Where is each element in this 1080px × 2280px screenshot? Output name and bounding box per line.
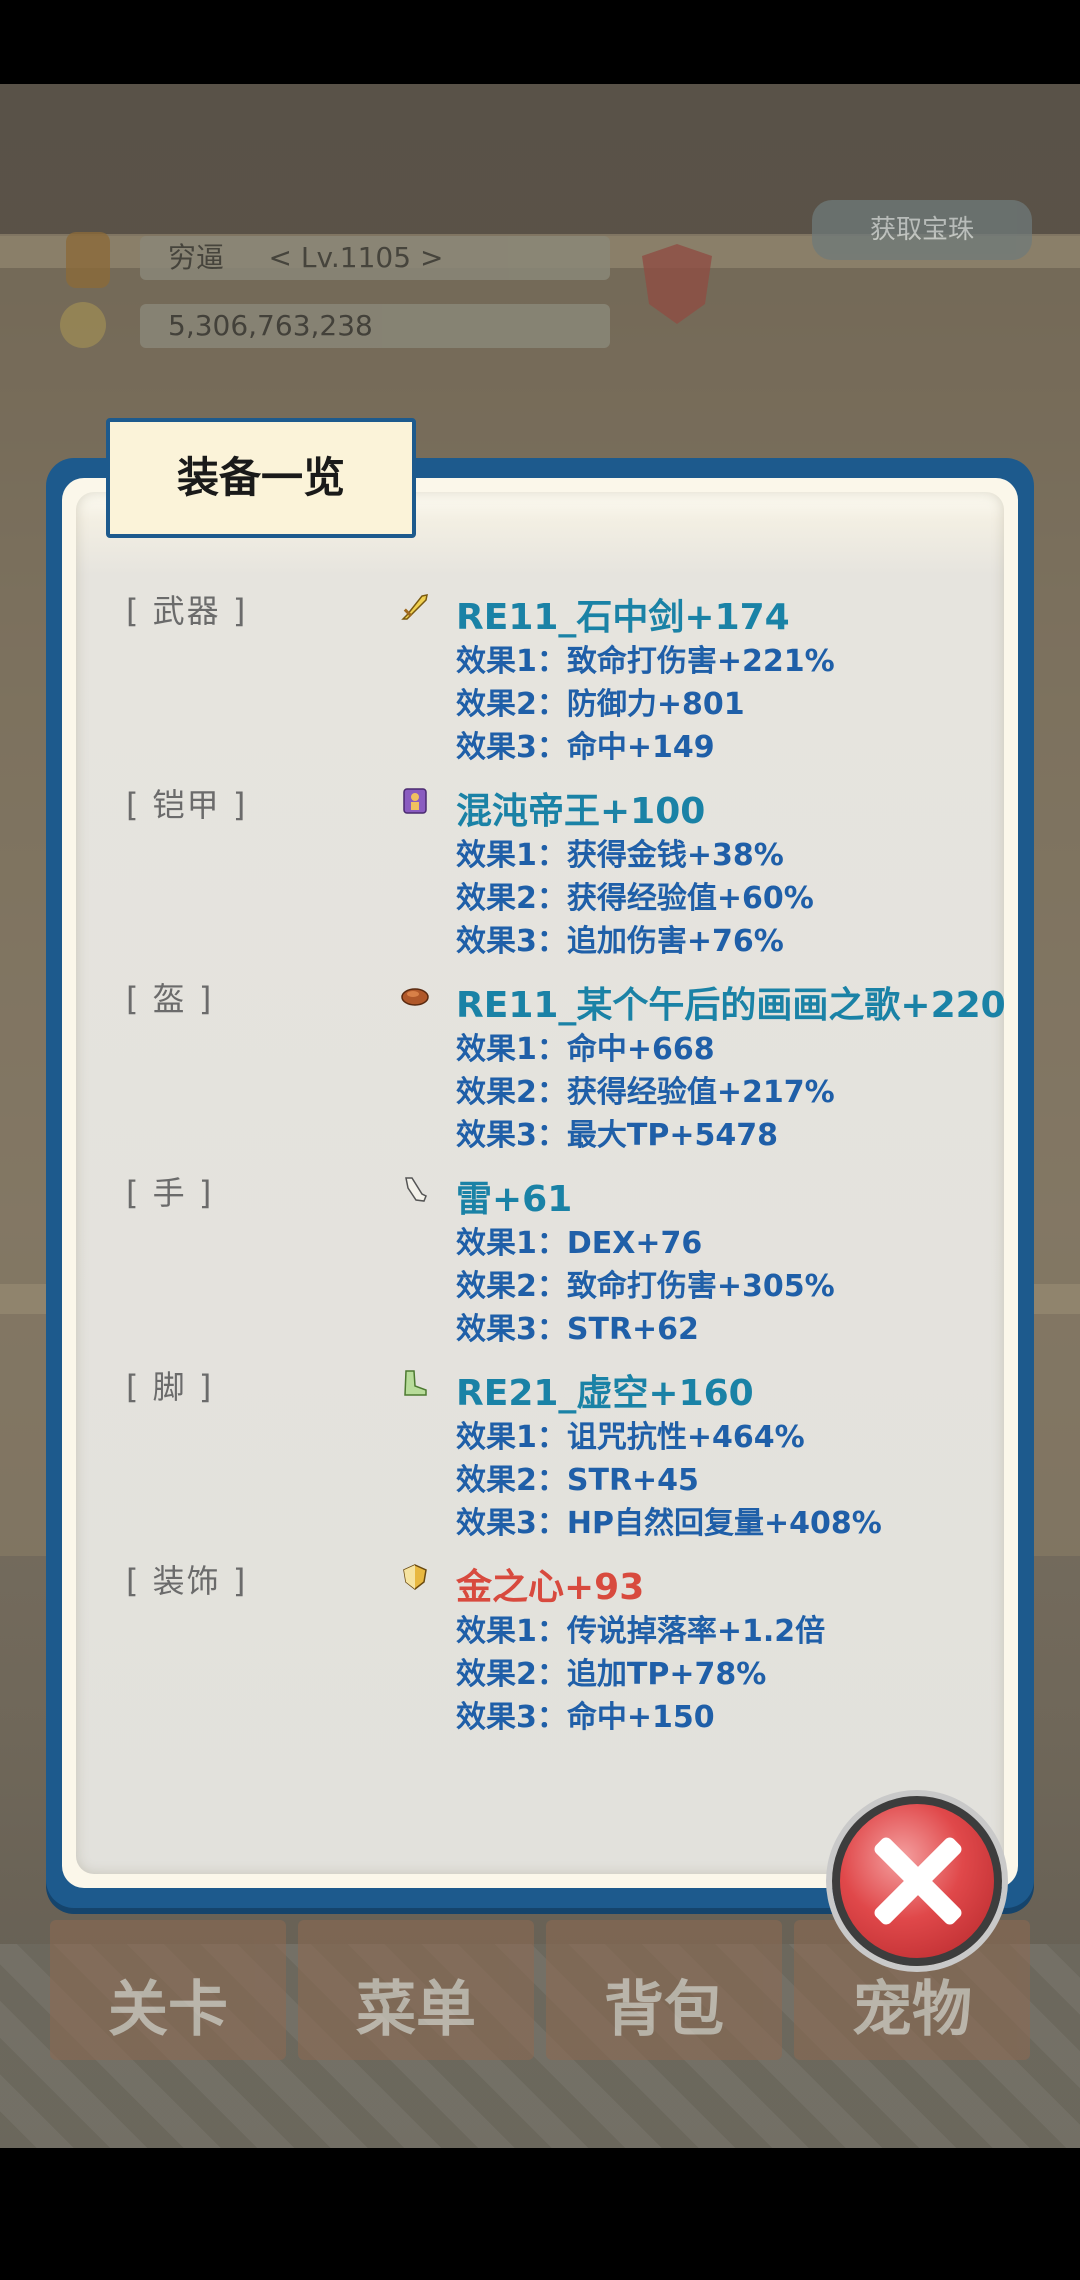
slot-label-accessory: [ 装饰 ]	[126, 1562, 248, 1600]
item-name-helmet[interactable]: RE11_某个午后的画画之歌+220	[456, 976, 1006, 1028]
item-name-hand[interactable]: 雷+61	[456, 1170, 572, 1222]
slot-label-feet: [ 脚 ]	[126, 1368, 214, 1406]
boots-icon	[400, 1368, 430, 1398]
status-bar	[0, 0, 1080, 84]
get-gem-button[interactable]: 获取宝珠	[812, 200, 1032, 260]
effect-weapon-2: 效果2：防御力+801	[456, 687, 745, 722]
slot-label-armor: [ 铠甲 ]	[126, 786, 248, 824]
effect-armor-3: 效果3：追加伤害+76%	[456, 924, 784, 959]
effect-feet-3: 效果3：HP自然回复量+408%	[456, 1506, 882, 1541]
player-name-level: 穷逼 < Lv.1105 >	[140, 236, 610, 280]
tab-stage[interactable]: 关卡	[50, 1920, 286, 2060]
slot-label-weapon: [ 武器 ]	[126, 592, 248, 630]
effect-accessory-1: 效果1：传说掉落率+1.2倍	[456, 1614, 826, 1649]
effect-hand-3: 效果3：STR+62	[456, 1312, 699, 1347]
helmet-icon	[400, 980, 430, 1010]
tab-bag[interactable]: 背包	[546, 1920, 782, 2060]
slot-label-helmet: [ 盔 ]	[126, 980, 214, 1018]
get-gem-label: 获取宝珠	[869, 215, 974, 245]
player-name: 穷逼	[168, 241, 225, 274]
close-button[interactable]	[832, 1796, 1002, 1966]
effect-weapon-1: 效果1：致命打伤害+221%	[456, 644, 835, 679]
item-name-armor[interactable]: 混沌帝王+100	[456, 782, 705, 834]
effect-helmet-3: 效果3：最大TP+5478	[456, 1118, 778, 1153]
player-avatar	[66, 232, 110, 288]
effect-hand-1: 效果1：DEX+76	[456, 1226, 703, 1261]
money-value: 5,306,763,238	[168, 309, 373, 342]
effect-weapon-3: 效果3：命中+149	[456, 730, 715, 765]
money-display: 5,306,763,238	[140, 304, 610, 348]
slot-label-hand: [ 手 ]	[126, 1174, 214, 1212]
effect-hand-2: 效果2：致命打伤害+305%	[456, 1269, 835, 1304]
effect-armor-2: 效果2：获得经验值+60%	[456, 881, 814, 916]
tab-menu[interactable]: 菜单	[298, 1920, 534, 2060]
armor-icon	[400, 786, 430, 816]
effect-helmet-2: 效果2：获得经验值+217%	[456, 1075, 835, 1110]
effect-accessory-2: 效果2：追加TP+78%	[456, 1657, 767, 1692]
effect-feet-1: 效果1：诅咒抗性+464%	[456, 1420, 805, 1455]
coin-icon	[60, 302, 106, 348]
item-name-weapon[interactable]: RE11_石中剑+174	[456, 588, 790, 640]
shield-accessory-icon	[400, 1562, 430, 1592]
item-name-accessory[interactable]: 金之心+93	[456, 1558, 644, 1610]
effect-helmet-1: 效果1：命中+668	[456, 1032, 715, 1067]
navigation-bar	[0, 2148, 1080, 2280]
item-name-feet[interactable]: RE21_虚空+160	[456, 1364, 754, 1416]
effect-armor-1: 效果1：获得金钱+38%	[456, 838, 784, 873]
player-level: < Lv.1105 >	[268, 241, 444, 274]
sword-icon	[400, 592, 430, 622]
effect-feet-2: 效果2：STR+45	[456, 1463, 699, 1498]
glove-icon	[400, 1174, 430, 1204]
effect-accessory-3: 效果3：命中+150	[456, 1700, 715, 1735]
dialog-title: 装备一览	[106, 418, 416, 538]
